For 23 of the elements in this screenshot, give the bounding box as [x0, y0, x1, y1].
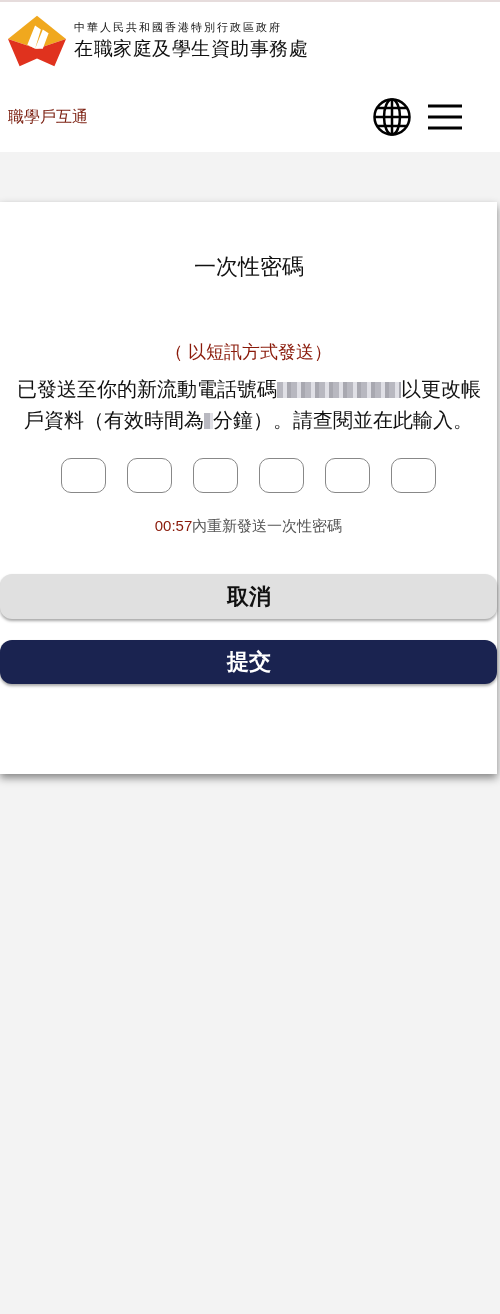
- government-line: 中華人民共和國香港特別行政區政府: [74, 20, 283, 35]
- resend-text: 內重新發送一次性密碼: [192, 517, 343, 534]
- redacted-mark: [204, 412, 213, 429]
- code-digit-field[interactable]: [391, 458, 436, 493]
- department-name: 在職家庭及學生資助事務處: [74, 37, 308, 61]
- cancel-button[interactable]: 取消: [0, 574, 497, 619]
- logo-icon: [8, 15, 66, 67]
- menu-icon[interactable]: [428, 104, 462, 130]
- message-text: 戶資料（有效時間為: [24, 408, 204, 433]
- card-title: 一次性密碼: [192, 253, 305, 281]
- code-digit-field[interactable]: [259, 458, 304, 493]
- code-digit-field[interactable]: [193, 458, 238, 493]
- message-text: 以更改帳: [400, 377, 481, 402]
- message-text: 已發送至你的新流動電話號碼: [16, 377, 277, 402]
- code-digit-field[interactable]: [61, 458, 106, 493]
- code-digit-field[interactable]: [127, 458, 172, 493]
- globe-icon[interactable]: [372, 97, 412, 137]
- message-text: 分鐘）。請查閱並在此輸入。: [213, 408, 473, 433]
- submit-button[interactable]: 提交: [0, 640, 497, 684]
- delivery-note: （ 以短訊方式發送）: [164, 341, 333, 364]
- site-name-link[interactable]: 職學戶互通: [8, 106, 88, 128]
- countdown-text: 00:57: [154, 517, 193, 534]
- code-digit-field[interactable]: [325, 458, 370, 493]
